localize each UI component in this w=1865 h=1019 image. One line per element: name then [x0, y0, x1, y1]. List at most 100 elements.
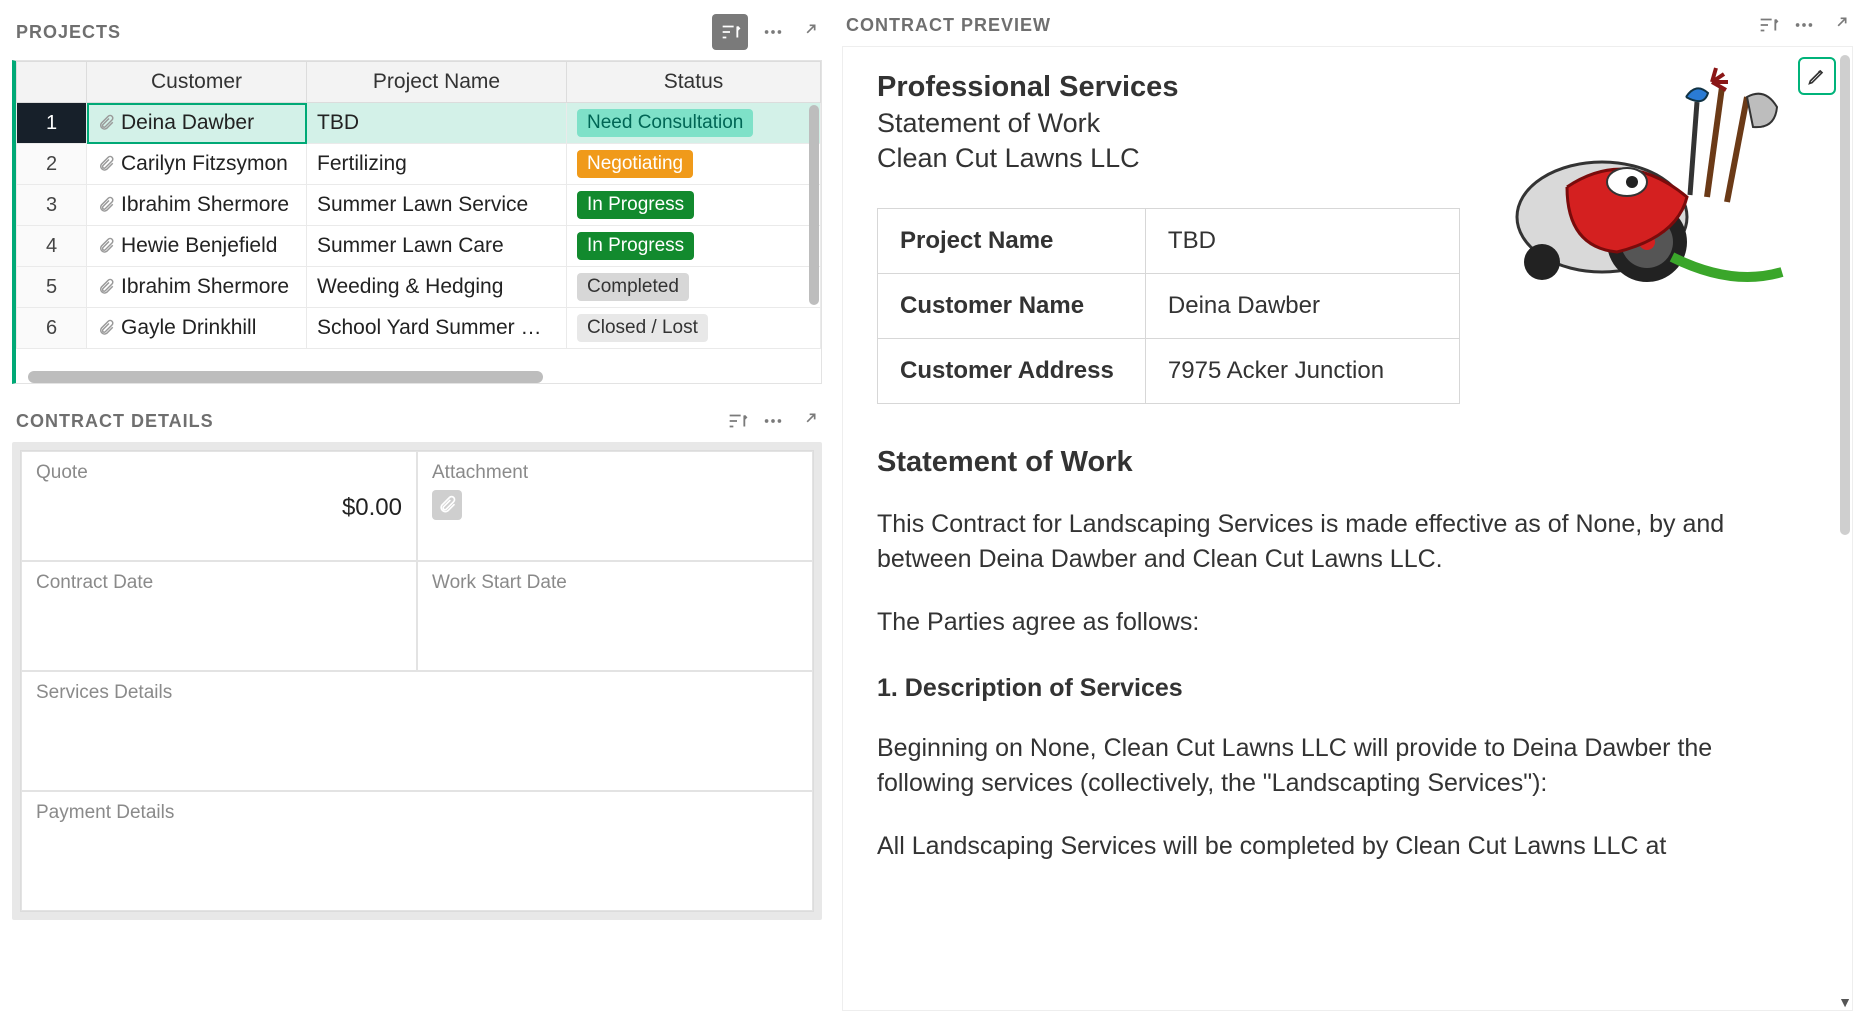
preview-filter-sort-button[interactable] [1757, 14, 1779, 36]
table-row[interactable]: 6 Gayle Drinkhill School Yard Summer … Clos… [17, 308, 821, 349]
filter-sort-button[interactable] [712, 14, 748, 50]
projects-panel: PROJECTS [12, 8, 822, 384]
row-number[interactable]: 6 [17, 308, 87, 349]
status-cell[interactable]: Need Consultation [567, 103, 821, 144]
preview-header: CONTRACT PREVIEW [842, 8, 1853, 46]
projects-scrollbar-vertical[interactable] [809, 105, 819, 305]
customer-name: Deina Dawber [121, 111, 254, 134]
project-name-key: Project Name [878, 209, 1146, 274]
quote-cell[interactable]: Quote $0.00 [21, 451, 417, 561]
more-icon [1793, 14, 1815, 36]
details-more-button[interactable] [762, 410, 784, 432]
customer-cell[interactable]: Ibrahim Shermore [87, 267, 307, 308]
status-cell[interactable]: In Progress [567, 226, 821, 267]
status-badge: Need Consultation [577, 109, 753, 137]
preview-actions [1757, 14, 1849, 36]
pencil-icon [1807, 66, 1827, 86]
row-number[interactable]: 1 [17, 103, 87, 144]
table-row[interactable]: 5 Ibrahim Shermore Weeding & Hedging Comple… [17, 267, 821, 308]
expand-icon [798, 22, 818, 42]
customer-header[interactable]: Customer [87, 62, 307, 103]
project-name-header[interactable]: Project Name [307, 62, 567, 103]
customer-name: Gayle Drinkhill [121, 316, 256, 339]
row-number[interactable]: 3 [17, 185, 87, 226]
status-cell[interactable]: Closed / Lost [567, 308, 821, 349]
project-name-cell[interactable]: Weeding & Hedging [307, 267, 567, 308]
status-badge: Completed [577, 273, 689, 301]
status-badge: Closed / Lost [577, 314, 708, 342]
details-expand-button[interactable] [798, 411, 818, 431]
contract-date-cell[interactable]: Contract Date [21, 561, 417, 671]
project-name-val: TBD [1145, 209, 1460, 274]
sow-paragraph-2: The Parties agree as follows: [877, 605, 1762, 640]
status-header[interactable]: Status [567, 62, 821, 103]
project-name-cell[interactable]: Summer Lawn Service [307, 185, 567, 226]
details-actions [726, 410, 818, 432]
row-number[interactable]: 4 [17, 226, 87, 267]
quote-value: $0.00 [36, 484, 402, 522]
attachment-cell[interactable]: Attachment [417, 451, 813, 561]
info-row-project: Project Name TBD [878, 209, 1460, 274]
attachment-label: Attachment [432, 462, 798, 484]
expand-button[interactable] [798, 22, 818, 42]
preview-expand-button[interactable] [1829, 15, 1849, 35]
customer-addr-val: 7975 Acker Junction [1145, 339, 1460, 404]
customer-name: Hewie Benjefield [121, 234, 277, 257]
projects-scrollbar-horizontal[interactable] [28, 371, 543, 383]
customer-name: Ibrahim Shermore [121, 275, 289, 298]
table-row[interactable]: 3Ibrahim ShermoreSummer Lawn Service In P… [17, 185, 821, 226]
preview-document: Professional Services Statement of Work … [842, 46, 1853, 1011]
more-icon [762, 410, 784, 432]
customer-cell[interactable]: Gayle Drinkhill [87, 308, 307, 349]
info-row-customer: Customer Name Deina Dawber [878, 274, 1460, 339]
services-details-cell[interactable]: Services Details [21, 671, 813, 791]
customer-addr-key: Customer Address [878, 339, 1146, 404]
customer-name-key: Customer Name [878, 274, 1146, 339]
contract-details-panel: CONTRACT DETAILS [12, 404, 822, 920]
projects-header: PROJECTS [12, 8, 822, 60]
contract-date-label: Contract Date [36, 572, 402, 594]
customer-cell[interactable]: Carilyn Fitzsymon [87, 144, 307, 185]
status-cell[interactable]: Completed [567, 267, 821, 308]
table-row[interactable]: 2Carilyn FitzsymonFertilizingNegotiating [17, 144, 821, 185]
filter-sort-icon [719, 21, 741, 43]
edit-button[interactable] [1798, 57, 1836, 95]
customer-cell[interactable]: Deina Dawber [87, 103, 307, 144]
projects-grid[interactable]: Customer Project Name Status 1 Deina Dawb… [12, 60, 822, 384]
scroll-down-arrow[interactable]: ▼ [1838, 994, 1852, 1010]
section-1-paragraph-2: All Landscaping Services will be complet… [877, 829, 1762, 864]
status-badge: In Progress [577, 191, 694, 219]
project-info-table: Project Name TBD Customer Name Deina Daw… [877, 208, 1460, 404]
row-number[interactable]: 2 [17, 144, 87, 185]
project-name-cell[interactable]: Summer Lawn Care [307, 226, 567, 267]
table-row[interactable]: 1 Deina Dawber TBD Need Consultation [17, 103, 821, 144]
details-filter-sort-button[interactable] [726, 410, 748, 432]
customer-cell[interactable]: Ibrahim Shermore [87, 185, 307, 226]
preview-scrollbar-vertical[interactable] [1840, 55, 1850, 535]
customer-cell[interactable]: Hewie Benjefield [87, 226, 307, 267]
status-cell[interactable]: Negotiating [567, 144, 821, 185]
sow-heading: Statement of Work [877, 446, 1818, 479]
paperclip-icon [97, 278, 115, 296]
section-1-paragraph-1: Beginning on None, Clean Cut Lawns LLC w… [877, 731, 1762, 801]
row-number[interactable]: 5 [17, 267, 87, 308]
project-name-cell[interactable]: Fertilizing [307, 144, 567, 185]
work-start-label: Work Start Date [432, 572, 798, 594]
customer-name-val: Deina Dawber [1145, 274, 1460, 339]
projects-header-row: Customer Project Name Status [17, 62, 821, 103]
rownum-header[interactable] [17, 62, 87, 103]
info-row-address: Customer Address 7975 Acker Junction [878, 339, 1460, 404]
project-name-cell[interactable]: TBD [307, 103, 567, 144]
table-row[interactable]: 4 Hewie Benjefield Summer Lawn CareIn Prog… [17, 226, 821, 267]
contract-preview-panel: CONTRACT PREVIEW [842, 8, 1853, 1011]
details-header: CONTRACT DETAILS [12, 404, 822, 442]
sow-paragraph-1: This Contract for Landscaping Services i… [877, 507, 1762, 577]
payment-details-cell[interactable]: Payment Details [21, 791, 813, 911]
project-name-cell[interactable]: School Yard Summer … [307, 308, 567, 349]
work-start-cell[interactable]: Work Start Date [417, 561, 813, 671]
paperclip-icon [437, 495, 457, 515]
preview-more-button[interactable] [1793, 14, 1815, 36]
more-button[interactable] [762, 21, 784, 43]
status-cell[interactable]: In Progress [567, 185, 821, 226]
attachment-button[interactable] [432, 490, 462, 520]
